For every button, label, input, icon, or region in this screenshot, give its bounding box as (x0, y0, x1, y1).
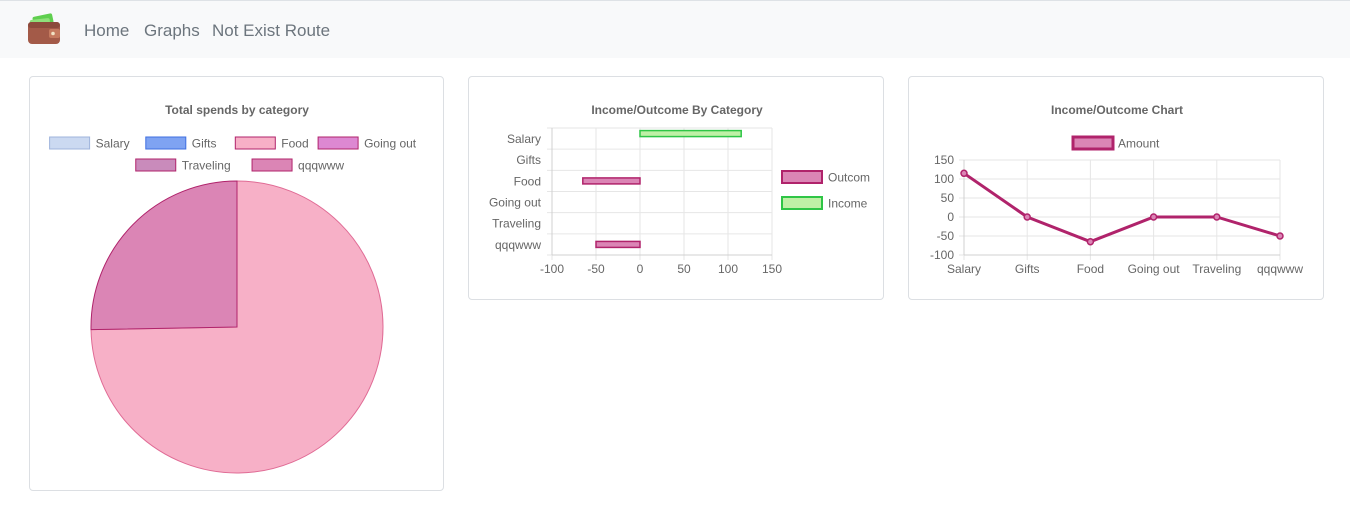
pie-slice-qqqwww (90, 180, 238, 331)
nav-graphs-link[interactable]: Graphs (144, 21, 200, 41)
bar-x-tick-label: 50 (677, 262, 691, 276)
pie-legend-swatch-food (234, 136, 276, 150)
line-legend-label-amount: Amount (1118, 137, 1160, 151)
nav-home-link[interactable]: Home (84, 21, 129, 41)
line-y-tick-label: 0 (947, 210, 954, 224)
bar-income-salary (639, 129, 742, 138)
line-y-tick-label: 150 (934, 153, 954, 167)
pie-legend-label-gifts: Gifts (192, 137, 217, 151)
bar-outcome-qqqwww (595, 240, 641, 249)
wallet-icon[interactable] (27, 13, 61, 45)
bar-y-tick-label: qqqwww (495, 238, 541, 252)
bar-legend-label-income: Income (828, 197, 868, 211)
line-point-salary (960, 169, 968, 178)
pie-chart-card: Total spends by category Salary Gifts Food G… (29, 76, 444, 491)
line-x-tick-label: Food (1077, 262, 1104, 276)
bar-y-tick-label: Food (514, 174, 541, 188)
line-x-tick-label: Gifts (1015, 262, 1040, 276)
line-point-food (1086, 237, 1095, 246)
pie-chart: Total spends by category Salary Gifts Food G… (49, 103, 417, 474)
pie-legend-swatch-going-out (317, 136, 359, 150)
pie-legend-label-going-out: Going out (364, 137, 417, 151)
bar-y-tick-label: Gifts (516, 153, 541, 167)
bar-chart-title: Income/Outcome By Category (591, 103, 763, 117)
pie-legend-label-qqqwww: qqqwww (298, 159, 344, 173)
line-chart-title: Income/Outcome Chart (1051, 103, 1183, 117)
line-point-qqqwww (1276, 232, 1284, 240)
bar-x-tick-label: 100 (718, 262, 738, 276)
line-x-tick-label: Going out (1128, 262, 1181, 276)
bar-legend-label-outcome: Outcom (828, 171, 870, 185)
line-x-tick-label: Traveling (1192, 262, 1241, 276)
line-legend-swatch-amount (1071, 135, 1115, 151)
pie-legend-label-food: Food (281, 137, 308, 151)
pie-legend-label-traveling: Traveling (182, 159, 231, 173)
bar-y-tick-label: Going out (489, 196, 542, 210)
bar-legend-swatch-outcome (781, 170, 823, 184)
bar-y-tick-label: Salary (507, 132, 541, 146)
pie-legend-swatch-qqqwww (251, 158, 293, 172)
bar-x-tick-label: 150 (762, 262, 782, 276)
bar-y-tick-label: Traveling (492, 217, 541, 231)
navbar: Home Graphs Not Exist Route (0, 0, 1350, 58)
line-chart: Income/Outcome Chart Amount 150 100 50 0 -50 -1… (930, 103, 1303, 276)
line-x-tick-label: qqqwww (1257, 262, 1303, 276)
line-point-gifts (1023, 213, 1031, 221)
line-point-traveling (1213, 213, 1221, 221)
bar-legend-swatch-income (781, 196, 823, 210)
line-chart-card: Income/Outcome Chart Amount 150 100 50 0 -50 -1… (908, 76, 1324, 300)
line-y-tick-label: -50 (937, 229, 955, 243)
bar-chart: Income/Outcome By Category -100 -50 0 50 100 1… (489, 103, 870, 276)
line-y-tick-label: 50 (941, 191, 955, 205)
bar-outcome-food (582, 177, 641, 185)
bar-chart-card: Income/Outcome By Category -100 -50 0 50 100 1… (468, 76, 884, 300)
nav-not-exist-route-link[interactable]: Not Exist Route (212, 21, 330, 41)
line-series-amount (963, 172, 1281, 244)
pie-chart-title: Total spends by category (165, 103, 309, 117)
pie-legend-swatch-traveling (135, 158, 177, 172)
bar-x-tick-label: -50 (587, 262, 605, 276)
line-y-tick-label: -100 (930, 248, 954, 262)
bar-x-tick-label: -100 (540, 262, 564, 276)
pie-legend-label-salary: Salary (96, 137, 130, 151)
pie-legend-swatch-gifts (145, 136, 187, 150)
line-point-going-out (1149, 213, 1158, 221)
bar-x-tick-label: 0 (637, 262, 644, 276)
line-y-tick-label: 100 (934, 172, 954, 186)
line-x-tick-label: Salary (947, 262, 981, 276)
pie-legend-swatch-salary (49, 136, 91, 150)
